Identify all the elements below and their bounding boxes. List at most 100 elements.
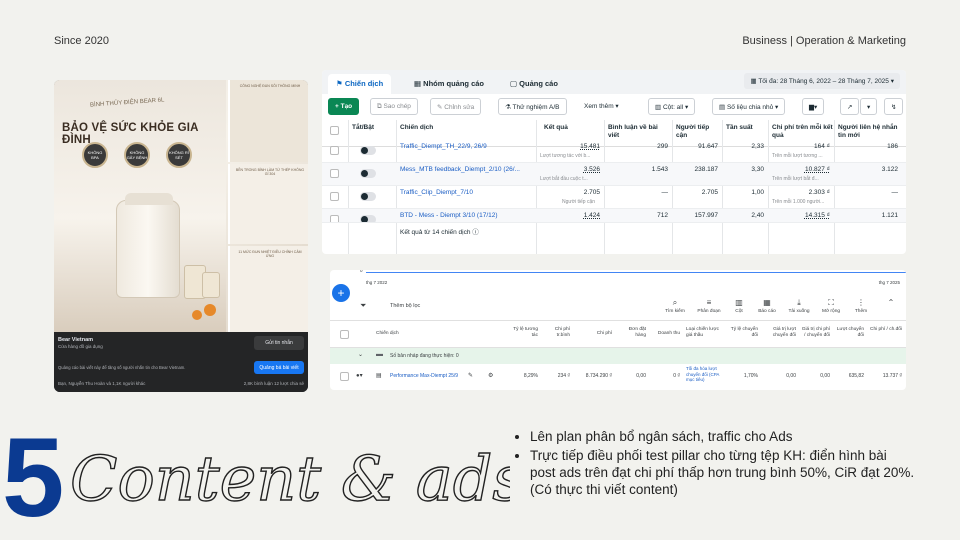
send-message-button[interactable]: Gửi tin nhắn: [254, 336, 304, 350]
select-all-checkbox[interactable]: [330, 126, 339, 135]
date-range-picker[interactable]: ▦ Tối đa: 28 Tháng 6, 2022 – 28 Tháng 7,…: [744, 73, 900, 89]
add-filter[interactable]: Thêm bộ lọc: [390, 303, 420, 309]
bid-strategy-value[interactable]: Tối đa hóa lượt chuyển đổi (CPA mục tiêu…: [686, 366, 728, 383]
export-dropdown[interactable]: ▾: [860, 98, 878, 115]
reactions-text[interactable]: Bạn, Nguyễn Thu Hoàn và 1,1K người khác: [58, 381, 145, 386]
segment-icon[interactable]: ≡: [694, 298, 724, 307]
col-cost[interactable]: Chi phí: [578, 331, 612, 337]
tool-download[interactable]: Tải xuống: [782, 309, 816, 314]
col-results[interactable]: Kết quả: [544, 124, 568, 132]
breakdown-dropdown[interactable]: ▤ Số liệu chia nhỏ ▾: [712, 98, 786, 115]
col-cost-conv[interactable]: Chi phí / ch.đổi: [870, 327, 902, 333]
col-new-contacts[interactable]: Người liên hệ nhắn tin mới: [838, 124, 902, 140]
ad-strip-2: BỀN TRONG BÌNH LÀM TỪ THÉP KHÔNG GỈ 304: [228, 164, 308, 244]
ads-manager-toolbar: + Tạo ⧉ Sao chép ✎ Chỉnh sửa ⚗ Thử nghiệ…: [322, 96, 906, 118]
col-toggle[interactable]: Tắt/Bật: [352, 124, 374, 132]
col-orders[interactable]: Đơn đặt hàng: [618, 327, 646, 339]
col-conv-rate[interactable]: Tỷ lệ chuyển đổi: [730, 327, 758, 339]
more-icon[interactable]: ⋮: [846, 298, 876, 307]
more-dropdown[interactable]: Xem thêm ▾: [578, 98, 625, 115]
col-frequency[interactable]: Tần suất: [726, 124, 756, 132]
col-comments[interactable]: Bình luận về bài viết: [608, 124, 668, 140]
google-ads-panel: 0 thg 7 2022 thg 7 2025 + ⏷ Thêm bộ lọc …: [330, 270, 906, 390]
ad-main-visual: BÌNH THỦY ĐIỆN BEAR 6L BẢO VỆ SỨC KHỎE G…: [54, 80, 226, 332]
badge-bpa: KHÔNG BPA: [82, 142, 108, 168]
tab-ads[interactable]: ▢ Quảng cáo: [502, 74, 566, 94]
copy-button[interactable]: ⧉ Sao chép: [370, 98, 418, 115]
boost-post-button[interactable]: Quảng bá bài viết: [254, 361, 304, 374]
row-checkbox[interactable]: [330, 146, 339, 155]
row-checkbox[interactable]: [330, 192, 339, 201]
brand-name[interactable]: Bear Vietnam: [58, 337, 93, 343]
tool-more[interactable]: Thêm: [844, 309, 878, 314]
filter-icon[interactable]: ⏷: [360, 301, 366, 311]
columns-icon: ▥: [655, 104, 663, 111]
campaign-name[interactable]: Mess_MTB feedback_Diempt_2/10 (26/...: [400, 166, 520, 173]
tool-segment[interactable]: Phân đoạn: [692, 309, 726, 314]
table-row[interactable]: ●▾ ▤ Performance Max-Diempt 25/9 ✎ ⚙ 8,2…: [330, 364, 906, 390]
campaign-name[interactable]: Performance Max-Diempt 25/9: [390, 373, 458, 379]
gear-icon[interactable]: ⚙: [488, 372, 493, 379]
table-row[interactable]: Traffic_Diempt_TH_22/9, 26/9 15.481 Lượt…: [322, 140, 906, 163]
expand-icon[interactable]: ⛶: [816, 298, 846, 308]
edit-button[interactable]: ✎ Chỉnh sửa: [430, 98, 482, 115]
campaign-name[interactable]: Traffic_Clip_Diempt_7/10: [400, 189, 473, 196]
collapse-icon[interactable]: ⌃: [876, 298, 906, 307]
axis-start: thg 7 2022: [366, 280, 388, 285]
create-button[interactable]: + Tạo: [328, 98, 360, 115]
col-campaign[interactable]: Chiến dịch: [400, 124, 520, 132]
tab-campaigns[interactable]: ⚑ Chiến dịch: [328, 74, 392, 94]
campaign-name[interactable]: BTD - Mess - Diempt 3/10 (17/12): [400, 212, 498, 219]
col-cost-per-result[interactable]: Chi phí trên mỗi kết quả: [772, 124, 834, 140]
tab-ad-sets[interactable]: ▦ Nhóm quảng cáo: [406, 74, 492, 94]
col-value-cost[interactable]: Giá trị chi phí / chuyển đổi: [800, 327, 830, 339]
pencil-icon[interactable]: ✎: [468, 372, 473, 379]
reports-dropdown[interactable]: ▆▾: [802, 98, 825, 115]
strip-text-3: 11 MỨC ĐUN NHIỆT ĐIỀU CHỈNH CẢM ỨNG: [238, 250, 302, 258]
tool-reports[interactable]: Báo cáo: [750, 309, 784, 314]
campaign-toggle[interactable]: [360, 169, 376, 178]
row-checkbox[interactable]: [330, 169, 339, 178]
col-bid-strategy[interactable]: Loại chiến lược giá thầu: [686, 327, 724, 339]
bullet-item: Trực tiếp điều phối test pillar cho từng…: [530, 447, 916, 498]
tool-search[interactable]: Tìm kiếm: [658, 309, 692, 314]
row-checkbox[interactable]: [340, 372, 349, 381]
campaign-toggle[interactable]: [360, 192, 376, 201]
tool-expand[interactable]: Mở rộng: [814, 309, 848, 314]
export-button[interactable]: ↗: [840, 98, 860, 115]
search-icon[interactable]: ⌕: [660, 298, 690, 308]
row-checkbox[interactable]: [330, 215, 339, 222]
conv-rate-value: 1,70%: [743, 373, 758, 379]
campaign-toggle[interactable]: [360, 146, 376, 155]
result-value: 2.705: [583, 189, 600, 196]
ab-test-button[interactable]: ⚗ Thử nghiệm A/B: [498, 98, 567, 115]
download-icon[interactable]: ⤓: [784, 298, 814, 308]
col-reach[interactable]: Người tiếp cận: [676, 124, 720, 140]
campaign-toggle[interactable]: [360, 215, 376, 222]
orders-value: 0,00: [636, 373, 646, 379]
table-row[interactable]: Traffic_Clip_Diempt_7/10 2.705 Người tiế…: [322, 186, 906, 209]
table-row[interactable]: Mess_MTB feedback_Diempt_2/10 (26/... 3.…: [322, 163, 906, 186]
col-revenue[interactable]: Doanh thu: [650, 331, 680, 337]
select-all-checkbox[interactable]: [340, 330, 349, 339]
performance-chart-line: [366, 272, 906, 273]
col-campaign[interactable]: Chiến dịch: [376, 331, 399, 337]
frequency-value: 2,40: [751, 212, 764, 219]
col-conversions[interactable]: Lượt chuyển đổi: [834, 327, 864, 339]
campaign-name[interactable]: Traffic_Diempt_TH_22/9, 26/9: [400, 143, 487, 150]
avg-cost-value: 234 ₫: [557, 373, 570, 379]
engagement-stats[interactable]: 2,8K bình luận 12 lượt chia sẻ: [244, 381, 304, 386]
columns-icon[interactable]: ▥: [724, 298, 754, 307]
col-conv-value[interactable]: Giá trị lượt chuyển đổi: [762, 327, 796, 339]
flask-icon: ⚗: [505, 104, 513, 111]
drafts-group-row[interactable]: ⌄ ▬ Số bản nháp đang thực hiện: 0: [330, 348, 906, 364]
table-row[interactable]: BTD - Mess - Diempt 3/10 (17/12) 1.424 7…: [322, 209, 906, 223]
campaign-type-icon: ▤: [376, 373, 382, 379]
chart-button[interactable]: ↯: [884, 98, 904, 115]
col-ctr[interactable]: Tỷ lệ tương tác: [508, 327, 538, 339]
status-icon[interactable]: ●▾: [356, 372, 363, 379]
report-icon[interactable]: ▦: [752, 298, 782, 307]
col-avg-cost[interactable]: Chi phí tr.bình: [542, 327, 570, 339]
columns-dropdown[interactable]: ▥ Cột: all ▾: [648, 98, 696, 115]
chevron-down-icon[interactable]: ⌄: [358, 351, 363, 358]
